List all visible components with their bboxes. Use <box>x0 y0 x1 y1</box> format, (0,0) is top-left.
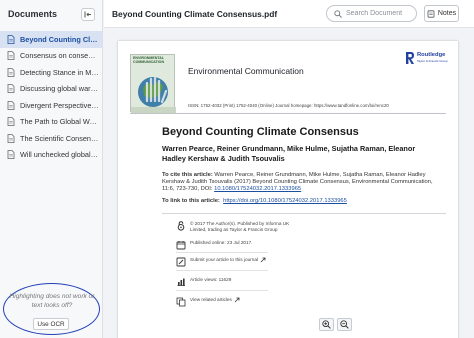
open-access-icon <box>177 221 185 231</box>
related-arrow-icon <box>234 297 240 303</box>
document-label: Will unchecked global warming.pdf <box>20 150 99 160</box>
document-item[interactable]: Discussing global warming.pdf <box>0 81 102 98</box>
edit-icon <box>176 257 186 267</box>
document-title: Beyond Counting Climate Consensus.pdf <box>112 9 278 19</box>
pdf-viewer[interactable]: ENVIRONMENTAL COMMUNICATION Environmenta… <box>104 29 474 338</box>
document-item[interactable]: The Scientific Consensus.pdf <box>0 130 102 147</box>
article-link-line: To link to this article: https://doi.org… <box>162 198 347 204</box>
document-label: Consensus on consensus.pdf <box>20 51 99 61</box>
document-item[interactable]: Will unchecked global warming.pdf <box>0 147 102 164</box>
file-icon <box>7 51 15 61</box>
zoom-in-button[interactable] <box>319 318 334 331</box>
meta-row-published: Published online: 23 Jul 2017. <box>176 240 253 250</box>
document-list: Beyond Counting Climate Consensus.pdf Co… <box>0 31 102 163</box>
meta-text: Article views: 11629 <box>190 277 232 282</box>
notes-label: Notes <box>437 10 457 17</box>
routledge-logo: Routledge Taylor & Francis Group <box>405 50 449 66</box>
notes-icon <box>427 9 435 18</box>
search-box[interactable] <box>326 5 417 22</box>
document-item[interactable]: Detecting Stance in Media.pdf <box>0 64 102 81</box>
file-icon <box>7 150 15 160</box>
sidebar-header: Documents <box>0 0 102 28</box>
hand-globe-illustration <box>131 76 176 113</box>
ocr-hint-text: Highlighting does not work or text looks… <box>9 293 95 309</box>
meta-row-views: Article views: 11629 <box>176 277 231 287</box>
document-label: Divergent Perspectives.pdf <box>20 100 99 110</box>
meta-row-license: © 2017 The Author(s). Published by Infor… <box>176 221 294 232</box>
file-icon <box>7 133 15 143</box>
issn-line: ISSN: 1752-4032 (Print) 1752-4040 (Onlin… <box>188 103 389 108</box>
meta-row-submit[interactable]: Submit your article to this journal <box>176 257 266 267</box>
meta-separator <box>176 252 268 253</box>
meta-text: © 2017 The Author(s). Published by Infor… <box>190 221 290 232</box>
document-label: Discussing global warming.pdf <box>20 84 99 94</box>
meta-text: View related articles <box>190 297 232 302</box>
zoom-in-icon <box>322 320 331 329</box>
publisher-sub: Taylor & Francis Group <box>417 59 448 63</box>
zoom-controls <box>319 318 352 331</box>
publisher-name: Routledge <box>417 52 446 58</box>
submit-arrow-icon <box>260 257 266 263</box>
document-item[interactable]: Consensus on consensus.pdf <box>0 48 102 65</box>
cite-doi-link[interactable]: 10.1080/17524032.2017.1333965 <box>214 186 301 192</box>
article-authors: Warren Pearce, Reiner Grundmann, Mike Hu… <box>162 144 416 163</box>
document-label: Detecting Stance in Media.pdf <box>20 67 99 77</box>
file-icon <box>7 117 15 127</box>
file-icon <box>7 100 15 110</box>
calendar-icon <box>176 241 186 250</box>
collapse-sidebar-button[interactable] <box>81 7 95 21</box>
meta-separator <box>176 270 268 271</box>
citation-block: To cite this article: Warren Pearce, Rei… <box>162 172 440 193</box>
collapse-icon <box>84 11 91 17</box>
meta-separator <box>176 290 268 291</box>
pdf-page[interactable]: ENVIRONMENTAL COMMUNICATION Environmenta… <box>118 41 458 338</box>
document-item[interactable]: Divergent Perspectives.pdf <box>0 97 102 114</box>
search-input[interactable] <box>346 10 412 17</box>
document-label: The Scientific Consensus.pdf <box>20 133 99 143</box>
journal-name: Environmental Communication <box>188 66 304 76</box>
document-label: The Path to Global Warming.pdf <box>20 117 99 127</box>
related-icon <box>176 297 186 307</box>
file-icon <box>7 84 15 94</box>
article-title: Beyond Counting Climate Consensus <box>162 126 359 138</box>
link-label: To link to this article: <box>162 198 220 204</box>
document-item[interactable]: Beyond Counting Climate Consensus.pdf <box>0 31 102 48</box>
search-icon <box>334 9 342 18</box>
document-item[interactable]: The Path to Global Warming.pdf <box>0 114 102 131</box>
header-divider <box>130 113 446 114</box>
use-ocr-button[interactable]: Use OCR <box>33 318 69 330</box>
zoom-out-icon <box>340 320 349 329</box>
file-icon <box>7 67 15 77</box>
citation-divider <box>162 213 446 214</box>
journal-cover-image: ENVIRONMENTAL COMMUNICATION <box>130 54 176 113</box>
document-label: Beyond Counting Climate Consensus.pdf <box>20 34 99 44</box>
chart-icon <box>177 278 185 286</box>
routledge-logo-mark <box>406 52 414 64</box>
file-icon <box>7 34 15 44</box>
meta-text: Published online: 23 Jul 2017. <box>190 240 253 245</box>
viewer-header: Beyond Counting Climate Consensus.pdf No… <box>104 0 474 28</box>
meta-text: Submit your article to this journal <box>190 257 258 262</box>
documents-sidebar: Documents Beyond Counting Climate Consen… <box>0 0 103 338</box>
article-url-link[interactable]: https://doi.org/10.1080/17524032.2017.13… <box>223 198 347 204</box>
notes-button[interactable]: Notes <box>424 5 459 22</box>
zoom-out-button[interactable] <box>337 318 352 331</box>
sidebar-title: Documents <box>8 9 58 19</box>
cite-label: To cite this article: <box>162 172 213 178</box>
meta-row-related[interactable]: View related articles <box>176 297 240 307</box>
